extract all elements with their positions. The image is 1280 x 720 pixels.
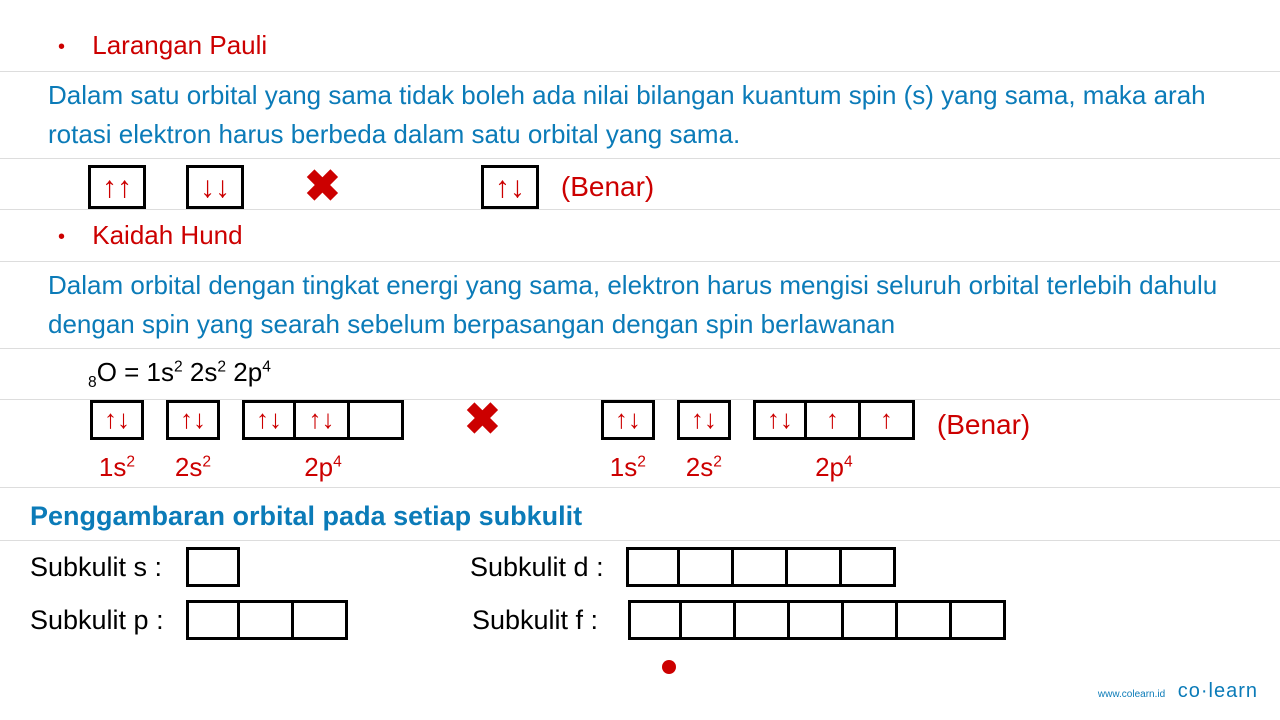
brand-name: co·learn: [1178, 680, 1258, 702]
orbital-box: [628, 600, 682, 640]
orbital-box: ↑↓: [242, 400, 296, 440]
subshell-p-label: Subkulit p :: [30, 600, 180, 641]
orbital-box: ↑↓: [753, 400, 807, 440]
orbital-box: ↑↑: [88, 165, 146, 209]
subshell-f-label: Subkulit f :: [472, 600, 622, 641]
orbital-box: [350, 400, 404, 440]
correct-label: (Benar): [937, 404, 1030, 446]
correct-label: (Benar): [561, 166, 654, 208]
pauli-heading: • Larangan Pauli: [30, 20, 1250, 71]
orbital-box: ↑↓: [481, 165, 539, 209]
pauli-orbitals: ↑↑ ↓↓ ✖ ↑↓ (Benar): [30, 159, 1250, 209]
cursor-dot-icon: [662, 660, 676, 674]
orbital-box: [898, 600, 952, 640]
orbital-box: ↑: [807, 400, 861, 440]
orbital-label: 1s2: [99, 448, 135, 487]
brand-logo: www.colearn.id co·learn: [1098, 676, 1258, 706]
subshell-d-label: Subkulit d :: [470, 547, 620, 588]
subshell-title: Penggambaran orbital pada setiap subkuli…: [30, 488, 1250, 541]
orbital-box: [788, 547, 842, 587]
pauli-title: Larangan Pauli: [92, 30, 267, 60]
orbital-box: [844, 600, 898, 640]
orbital-box: [294, 600, 348, 640]
subshell-s-label: Subkulit s :: [30, 547, 180, 588]
orbital-box: [682, 600, 736, 640]
orbital-box: [952, 600, 1006, 640]
orbital-box: ↑↓: [601, 400, 655, 440]
orbital-box: [626, 547, 680, 587]
orbital-label: 2p4: [304, 448, 342, 487]
subshell-row-pf: Subkulit p : Subkulit f :: [30, 594, 1250, 647]
orbital-label: 2p4: [815, 448, 853, 487]
pauli-desc: Dalam satu orbital yang sama tidak boleh…: [30, 72, 1250, 158]
cross-icon: ✖: [464, 398, 501, 442]
orbital-box: ↓↓: [186, 165, 244, 209]
orbital-box: [734, 547, 788, 587]
oxygen-config: 8O = 1s2 2s2 2p4: [30, 349, 1250, 399]
hund-title: Kaidah Hund: [92, 220, 242, 250]
cross-icon: ✖: [304, 165, 341, 209]
orbital-box: ↑↓: [90, 400, 144, 440]
orbital-box: ↑↓: [166, 400, 220, 440]
orbital-label: 2s2: [175, 448, 211, 487]
orbital-box: ↑: [861, 400, 915, 440]
orbital-box: [680, 547, 734, 587]
hund-heading: • Kaidah Hund: [30, 210, 1250, 261]
brand-url: www.colearn.id: [1098, 689, 1165, 700]
hund-desc: Dalam orbital dengan tingkat energi yang…: [30, 262, 1250, 348]
subshell-row-sd: Subkulit s : Subkulit d :: [30, 541, 1250, 594]
orbital-label: 2s2: [686, 448, 722, 487]
orbital-box: [736, 600, 790, 640]
orbital-label: 1s2: [610, 448, 646, 487]
orbital-box: [842, 547, 896, 587]
bullet-icon: •: [58, 226, 65, 248]
orbital-box: ↑↓: [677, 400, 731, 440]
hund-orbital-row: ↑↓ 1s2 ↑↓ 2s2 ↑↓ ↑↓ 2p4 ✖ ↑↓ 1s2 ↑↓ 2s2 …: [30, 400, 1250, 487]
orbital-box: [186, 600, 240, 640]
bullet-icon: •: [58, 36, 65, 58]
orbital-box: [240, 600, 294, 640]
orbital-box: [186, 547, 240, 587]
orbital-box: [790, 600, 844, 640]
orbital-box: ↑↓: [296, 400, 350, 440]
